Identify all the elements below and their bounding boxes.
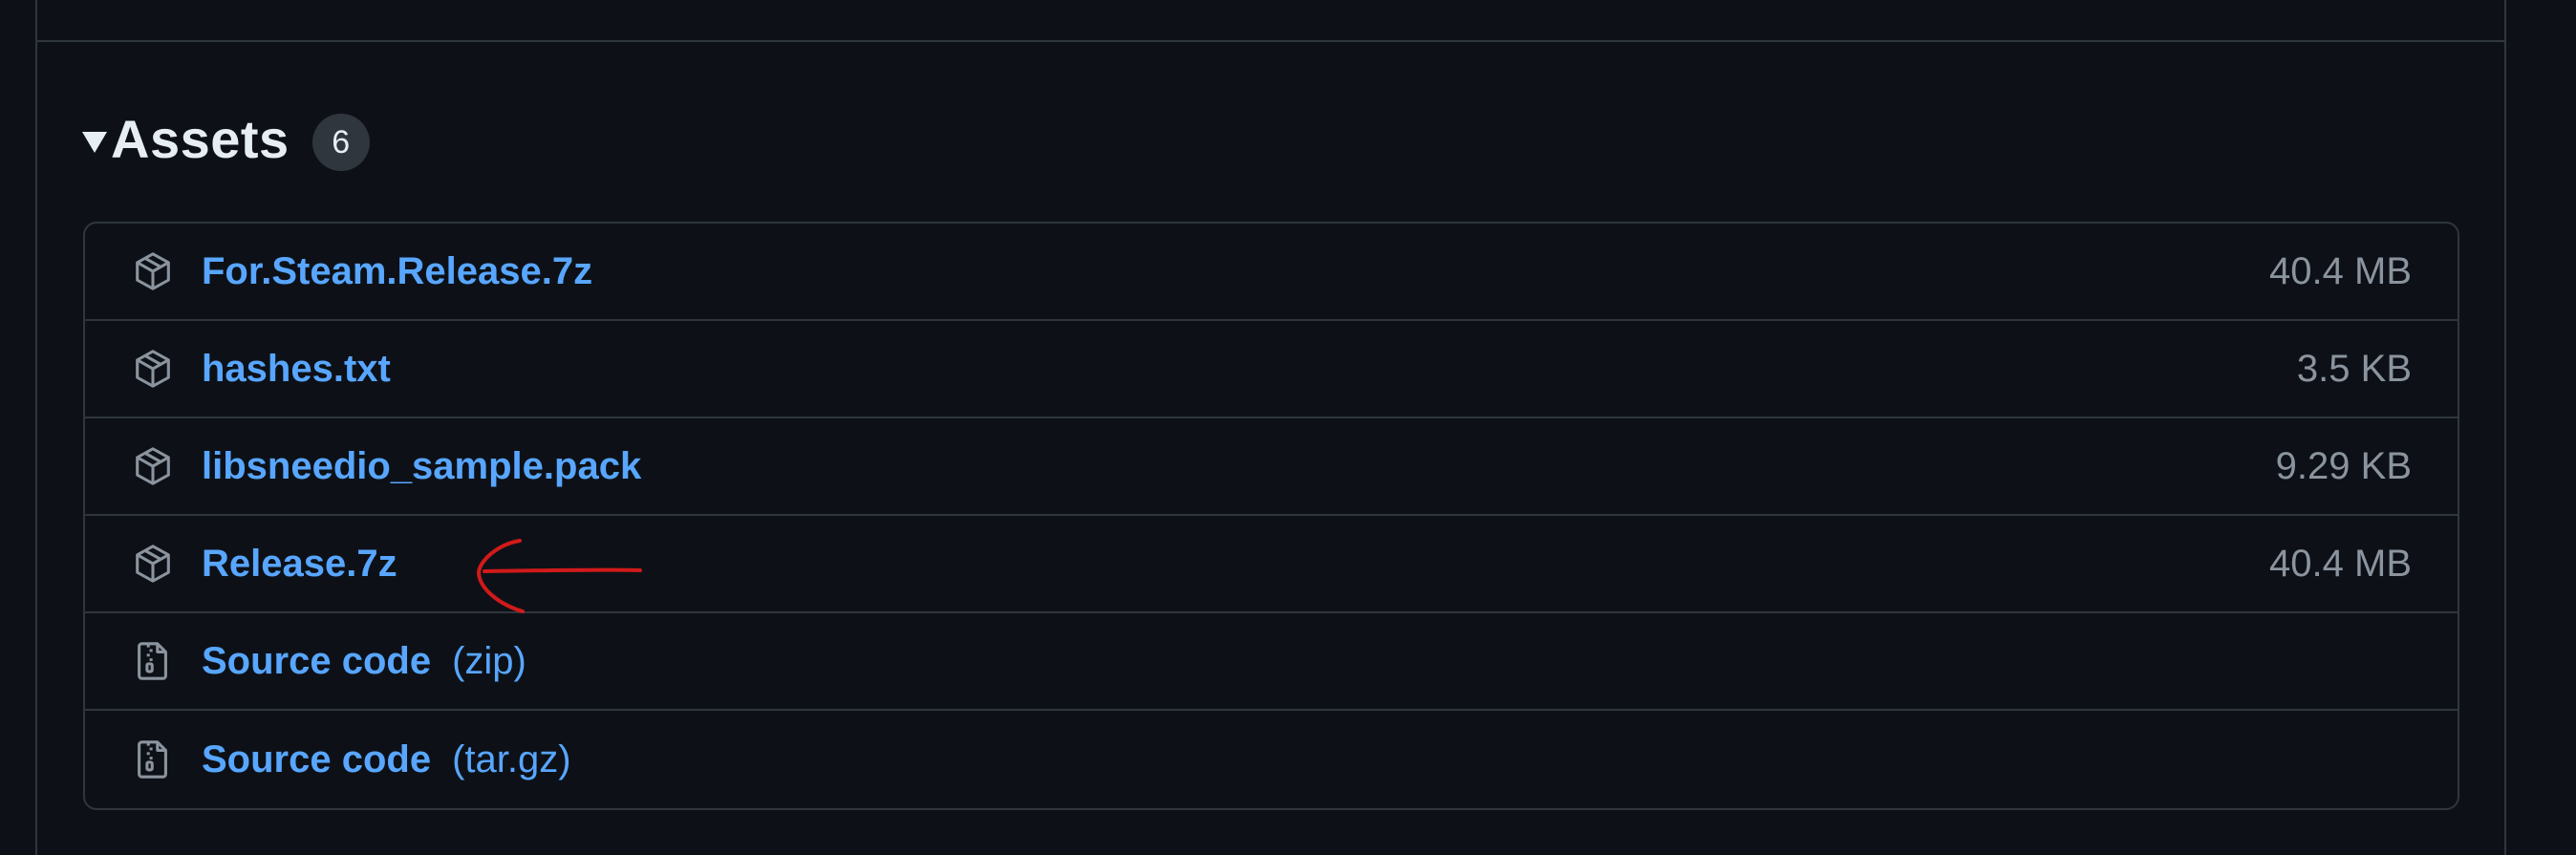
assets-count-badge: 6 [311,114,370,171]
package-icon [131,542,175,586]
asset-name: Release.7z [202,542,397,585]
package-icon [131,249,175,293]
asset-size: 40.4 MB [2269,542,2412,585]
asset-name: Source code [202,737,432,780]
asset-name: Source code [202,639,432,682]
asset-name: libsneedio_sample.pack [202,444,642,487]
file-zip-icon [131,737,175,781]
asset-size: 3.5 KB [2296,347,2412,390]
asset-row: Source code (tar.gz) [85,711,2458,808]
asset-size: 40.4 MB [2269,249,2412,292]
asset-suffix: (tar.gz) [452,737,571,780]
asset-row: Source code (zip) [85,613,2458,711]
asset-suffix: (zip) [452,639,526,682]
asset-name: hashes.txt [202,347,391,390]
red-arrow-annotation [476,539,642,613]
asset-link[interactable]: Source code (tar.gz) [202,738,571,781]
triangle-down-icon [82,132,107,153]
asset-size: 9.29 KB [2275,444,2412,487]
package-icon [131,444,175,488]
assets-toggle[interactable]: Assets 6 [82,103,370,176]
asset-name: For.Steam.Release.7z [202,249,593,292]
asset-row: Release.7z 40.4 MB [85,516,2458,613]
package-icon [131,347,175,391]
asset-row: hashes.txt 3.5 KB [85,321,2458,418]
assets-title: Assets [111,109,290,169]
asset-link[interactable]: libsneedio_sample.pack [202,445,641,488]
assets-list: For.Steam.Release.7z 40.4 MB hashes.txt … [83,222,2459,810]
asset-link[interactable]: For.Steam.Release.7z [202,250,592,293]
asset-row: libsneedio_sample.pack 9.29 KB [85,418,2458,516]
release-page: Assets 6 For.Steam.Release.7z 40.4 MB ha… [0,0,2576,855]
asset-link[interactable]: Source code (zip) [202,640,526,683]
section-divider [35,40,2506,42]
asset-row: For.Steam.Release.7z 40.4 MB [85,224,2458,321]
file-zip-icon [131,639,175,683]
asset-link[interactable]: Release.7z [202,543,397,586]
asset-link[interactable]: hashes.txt [202,348,391,391]
